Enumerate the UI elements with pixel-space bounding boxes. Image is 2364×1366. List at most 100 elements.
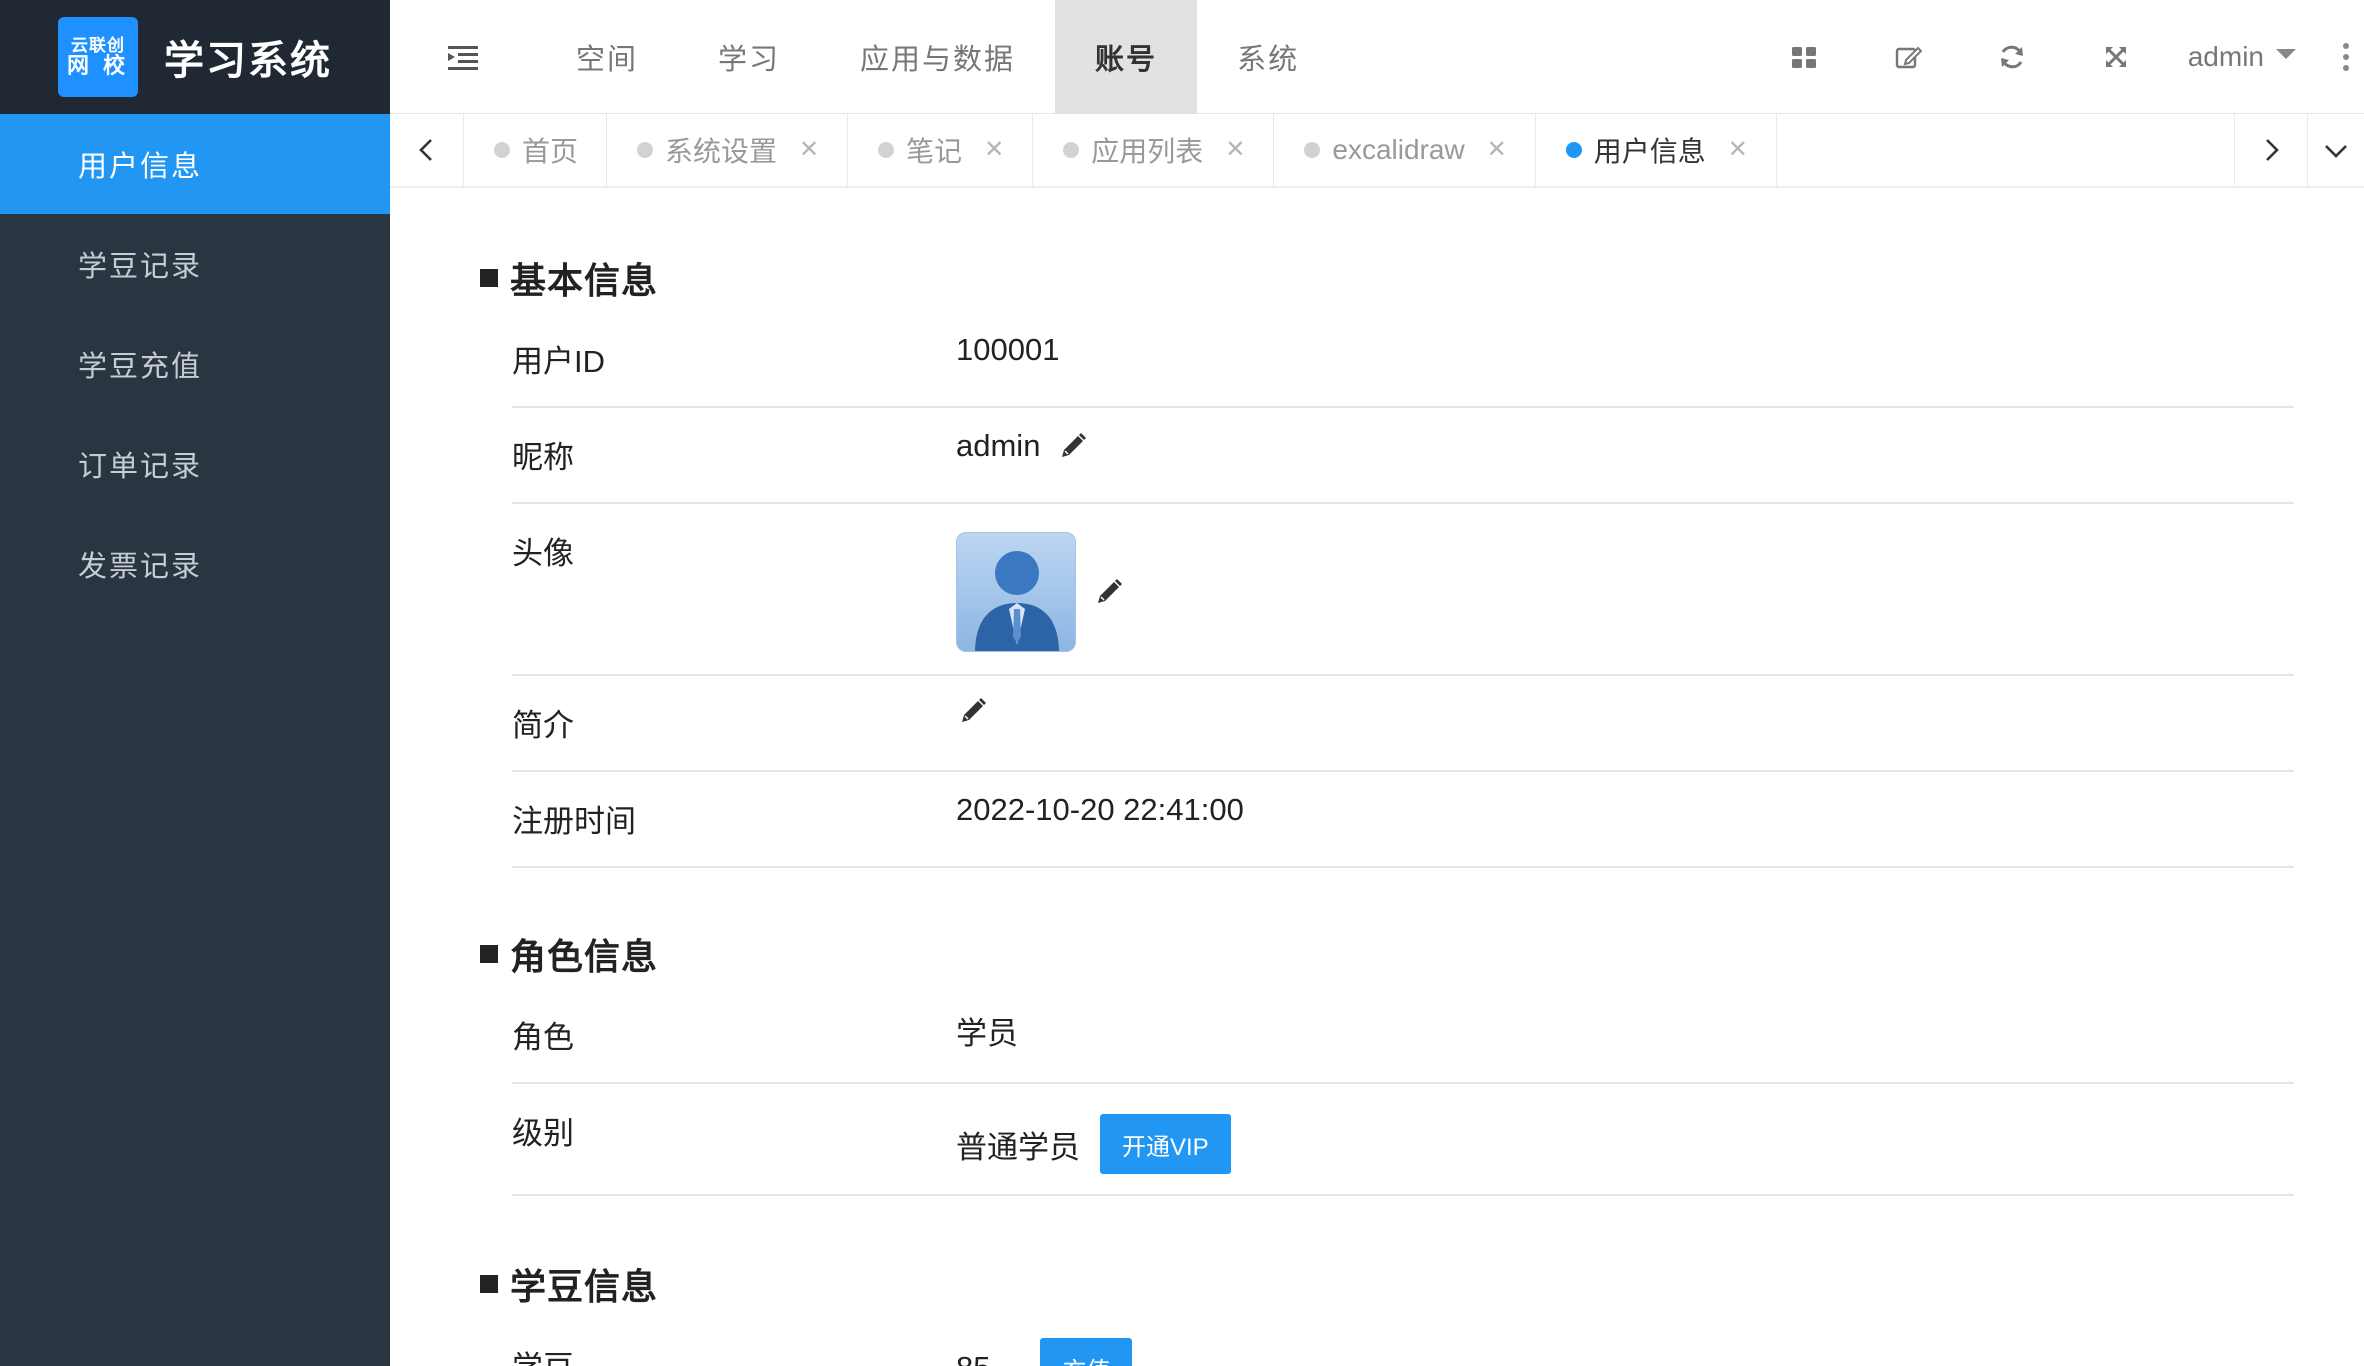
nickname-value: admin — [956, 408, 2294, 464]
edit-nickname-icon[interactable] — [1058, 431, 1088, 461]
square-bullet-icon — [480, 1275, 498, 1293]
tabs-scroll-left-button[interactable] — [390, 114, 464, 186]
square-bullet-icon — [480, 945, 498, 963]
edit-button[interactable] — [1856, 0, 1960, 114]
tabs-menu-button[interactable] — [2308, 114, 2364, 186]
close-icon[interactable]: ✕ — [799, 138, 819, 162]
chevron-down-icon — [2325, 145, 2347, 158]
bio-label: 简介 — [512, 708, 574, 743]
page-tab-notes[interactable]: 笔记 ✕ — [848, 114, 1034, 186]
row-beans: 学豆 85 充值 — [512, 1318, 2294, 1366]
level-label: 级别 — [512, 1116, 574, 1151]
page-tab-label: 应用列表 — [1091, 136, 1204, 167]
row-user-id: 用户ID 100001 — [512, 312, 2294, 408]
chevron-left-icon — [418, 139, 432, 161]
section-title-beans: 学豆信息 — [480, 1258, 2364, 1310]
username-label: admin — [2187, 41, 2264, 72]
page-tab-label: excalidraw — [1332, 134, 1465, 165]
beans-info-table: 学豆 85 充值 — [512, 1318, 2294, 1366]
chevron-right-icon — [2266, 139, 2279, 161]
page-tabs: 首页 系统设置 ✕ 笔记 ✕ 应用列表 ✕ excalidraw ✕ 用户信息 … — [464, 114, 2234, 186]
grid-icon — [1791, 47, 1816, 68]
beans-label: 学豆 — [512, 1318, 956, 1366]
sidebar-toggle-button[interactable] — [390, 0, 536, 114]
page-tab-app-list[interactable]: 应用列表 ✕ — [1033, 114, 1275, 186]
edit-square-icon — [1895, 46, 1922, 69]
page-tab-label: 用户信息 — [1593, 136, 1706, 167]
tab-status-dot — [637, 142, 654, 158]
registered-value: 2022-10-20 22:41:00 — [956, 772, 2294, 828]
row-registered: 注册时间 2022-10-20 22:41:00 — [512, 772, 2294, 868]
tab-status-dot — [1304, 142, 1321, 158]
tab-status-dot — [878, 142, 895, 158]
page-tab-user-info[interactable]: 用户信息 ✕ — [1536, 114, 1777, 186]
fullscreen-button[interactable] — [2064, 0, 2168, 114]
level-text: 普通学员 — [956, 1129, 1080, 1165]
more-options-button[interactable] — [2332, 0, 2360, 114]
nav-tab-account[interactable]: 账号 — [1055, 0, 1198, 114]
row-bio: 简介 — [512, 676, 2294, 772]
logo-text-line1: 云联创 — [71, 35, 125, 55]
tab-status-dot — [1565, 142, 1582, 158]
brand-logo: 云联创 网 校 — [58, 17, 138, 97]
row-nickname: 昵称 admin — [512, 408, 2294, 504]
brand: 云联创 网 校 学习系统 — [0, 0, 390, 114]
recharge-button[interactable]: 充值 — [1040, 1338, 1133, 1366]
role-text: 学员 — [956, 1016, 1018, 1051]
menu-fold-icon — [448, 45, 478, 70]
role-label: 角色 — [512, 1020, 574, 1055]
page-tab-label: 首页 — [522, 136, 579, 167]
nav-tab-study[interactable]: 学习 — [678, 0, 820, 114]
row-avatar: 头像 — [512, 504, 2294, 676]
dot — [2343, 43, 2349, 49]
caret-down-icon — [2276, 49, 2296, 59]
nav-tab-space[interactable]: 空间 — [536, 0, 678, 114]
user-menu-dropdown[interactable]: admin — [2168, 0, 2332, 114]
open-vip-button[interactable]: 开通VIP — [1100, 1114, 1231, 1174]
logo-text-line2: 网 校 — [66, 53, 130, 79]
beans-count-text: 85 — [956, 1350, 990, 1366]
dot — [2343, 65, 2349, 71]
page-tab-home[interactable]: 首页 — [464, 114, 608, 186]
sidebar-item-bean-recharge[interactable]: 学豆充值 — [0, 314, 390, 414]
square-bullet-icon — [480, 269, 498, 287]
bio-value — [956, 676, 2294, 726]
level-value: 普通学员 开通VIP — [956, 1084, 2294, 1174]
role-info-table: 角色 学员 级别 普通学员 开通VIP — [512, 988, 2294, 1196]
sidebar-item-bean-records[interactable]: 学豆记录 — [0, 214, 390, 314]
sidebar: 云联创 网 校 学习系统 用户信息 学豆记录 学豆充值 订单记录 发票记录 — [0, 0, 390, 1366]
registered-label: 注册时间 — [512, 804, 636, 839]
nav-tab-apps-data[interactable]: 应用与数据 — [820, 0, 1055, 114]
row-level: 级别 普通学员 开通VIP — [512, 1084, 2294, 1196]
close-icon[interactable]: ✕ — [984, 138, 1004, 162]
page-tabs-bar: 首页 系统设置 ✕ 笔记 ✕ 应用列表 ✕ excalidraw ✕ 用户信息 … — [390, 114, 2364, 188]
sidebar-item-invoice-records[interactable]: 发票记录 — [0, 514, 390, 614]
page-tab-system-settings[interactable]: 系统设置 ✕ — [607, 114, 849, 186]
close-icon[interactable]: ✕ — [1487, 138, 1507, 162]
section-title-text: 学豆信息 — [510, 1266, 659, 1307]
close-icon[interactable]: ✕ — [1728, 138, 1748, 162]
role-value: 学员 — [956, 988, 2294, 1053]
refresh-button[interactable] — [1960, 0, 2064, 114]
edit-bio-icon[interactable] — [958, 696, 988, 726]
sidebar-item-order-records[interactable]: 订单记录 — [0, 414, 390, 514]
page-tab-excalidraw[interactable]: excalidraw ✕ — [1274, 114, 1536, 186]
avatar-value — [956, 504, 2294, 652]
page-tab-label: 笔记 — [906, 136, 963, 167]
user-id-text: 100001 — [956, 332, 1060, 367]
fullscreen-icon — [2105, 47, 2126, 67]
refresh-icon — [2000, 45, 2023, 69]
sidebar-item-user-info[interactable]: 用户信息 — [0, 114, 390, 214]
main-content: 基本信息 用户ID 100001 昵称 admin 头像 简介 注册时间 202… — [390, 190, 2364, 1366]
edit-avatar-icon[interactable] — [1094, 577, 1124, 607]
section-title-text: 角色信息 — [510, 936, 659, 977]
tab-status-dot — [1063, 142, 1080, 158]
nav-tab-system[interactable]: 系统 — [1197, 0, 1339, 114]
close-icon[interactable]: ✕ — [1225, 138, 1245, 162]
beans-value: 85 充值 — [956, 1318, 2294, 1366]
tabs-scroll-right-button[interactable] — [2234, 114, 2308, 186]
registered-text: 2022-10-20 22:41:00 — [956, 792, 1244, 827]
apps-grid-button[interactable] — [1752, 0, 1856, 114]
page-tab-label: 系统设置 — [665, 136, 778, 167]
avatar[interactable] — [956, 532, 1076, 652]
